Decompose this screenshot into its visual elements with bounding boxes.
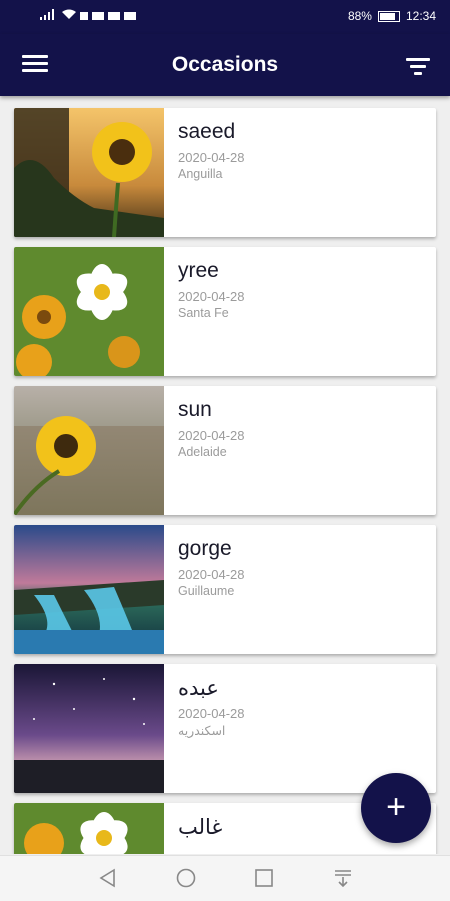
occasion-date: 2020-04-28 <box>178 706 245 721</box>
signal-icon <box>40 9 58 23</box>
clock: 12:34 <box>405 9 436 23</box>
recents-icon[interactable] <box>252 866 276 890</box>
occasion-name: غالب <box>178 816 223 839</box>
data-icon <box>80 12 88 20</box>
status-icons-left <box>40 9 136 23</box>
occasion-date: 2020-04-28 <box>178 289 245 304</box>
occasion-image <box>14 386 164 515</box>
occasion-card[interactable]: saeed 2020-04-28 Anguilla <box>14 108 436 237</box>
occasion-date: 2020-04-28 <box>178 428 245 443</box>
occasion-date: 2020-04-28 <box>178 150 245 165</box>
occasion-name: saeed <box>178 120 236 143</box>
occasion-card[interactable]: sun 2020-04-28 Adelaide <box>14 386 436 515</box>
occasion-image <box>14 247 164 376</box>
occasion-image <box>14 525 164 654</box>
battery-icon <box>377 10 400 22</box>
status-bar: 88% 12:34 <box>0 0 450 34</box>
occasion-place: Santa Fe <box>178 306 229 320</box>
wifi-icon <box>62 9 76 23</box>
occasion-name: yree <box>178 259 219 282</box>
occasion-card[interactable]: yree 2020-04-28 Santa Fe <box>14 247 436 376</box>
occasion-card[interactable]: gorge 2020-04-28 Guillaume <box>14 525 436 654</box>
home-icon[interactable] <box>174 866 198 890</box>
system-nav-bar <box>0 855 450 901</box>
occasion-image <box>14 803 164 854</box>
occasions-list[interactable]: saeed 2020-04-28 Anguilla yree 2020-04-2… <box>0 96 450 854</box>
occasion-name: gorge <box>178 537 232 560</box>
occasion-date: 2020-04-28 <box>178 567 245 582</box>
occasion-card[interactable]: عبده 2020-04-28 اسكندريه <box>14 664 436 793</box>
page-title: Occasions <box>171 53 279 76</box>
occasion-place: اسكندريه <box>178 724 226 738</box>
notification-pull-icon[interactable] <box>331 866 355 890</box>
filter-icon[interactable] <box>406 58 430 76</box>
gallery-icon <box>108 12 120 20</box>
occasion-image <box>14 108 164 237</box>
message-icon <box>124 12 136 20</box>
occasion-place: Adelaide <box>178 445 227 459</box>
battery-percent: 88% <box>347 9 372 23</box>
occasion-name: sun <box>178 398 212 421</box>
occasion-name: عبده <box>178 677 219 700</box>
mail-icon <box>92 12 104 20</box>
occasion-image <box>14 664 164 793</box>
occasion-place: Anguilla <box>178 167 223 181</box>
back-icon[interactable] <box>96 866 120 890</box>
add-occasion-button[interactable]: + <box>361 773 431 843</box>
status-icons-right: 88% 12:34 <box>348 9 436 23</box>
occasion-place: Guillaume <box>178 584 235 598</box>
app-bar: Occasions <box>0 34 450 96</box>
